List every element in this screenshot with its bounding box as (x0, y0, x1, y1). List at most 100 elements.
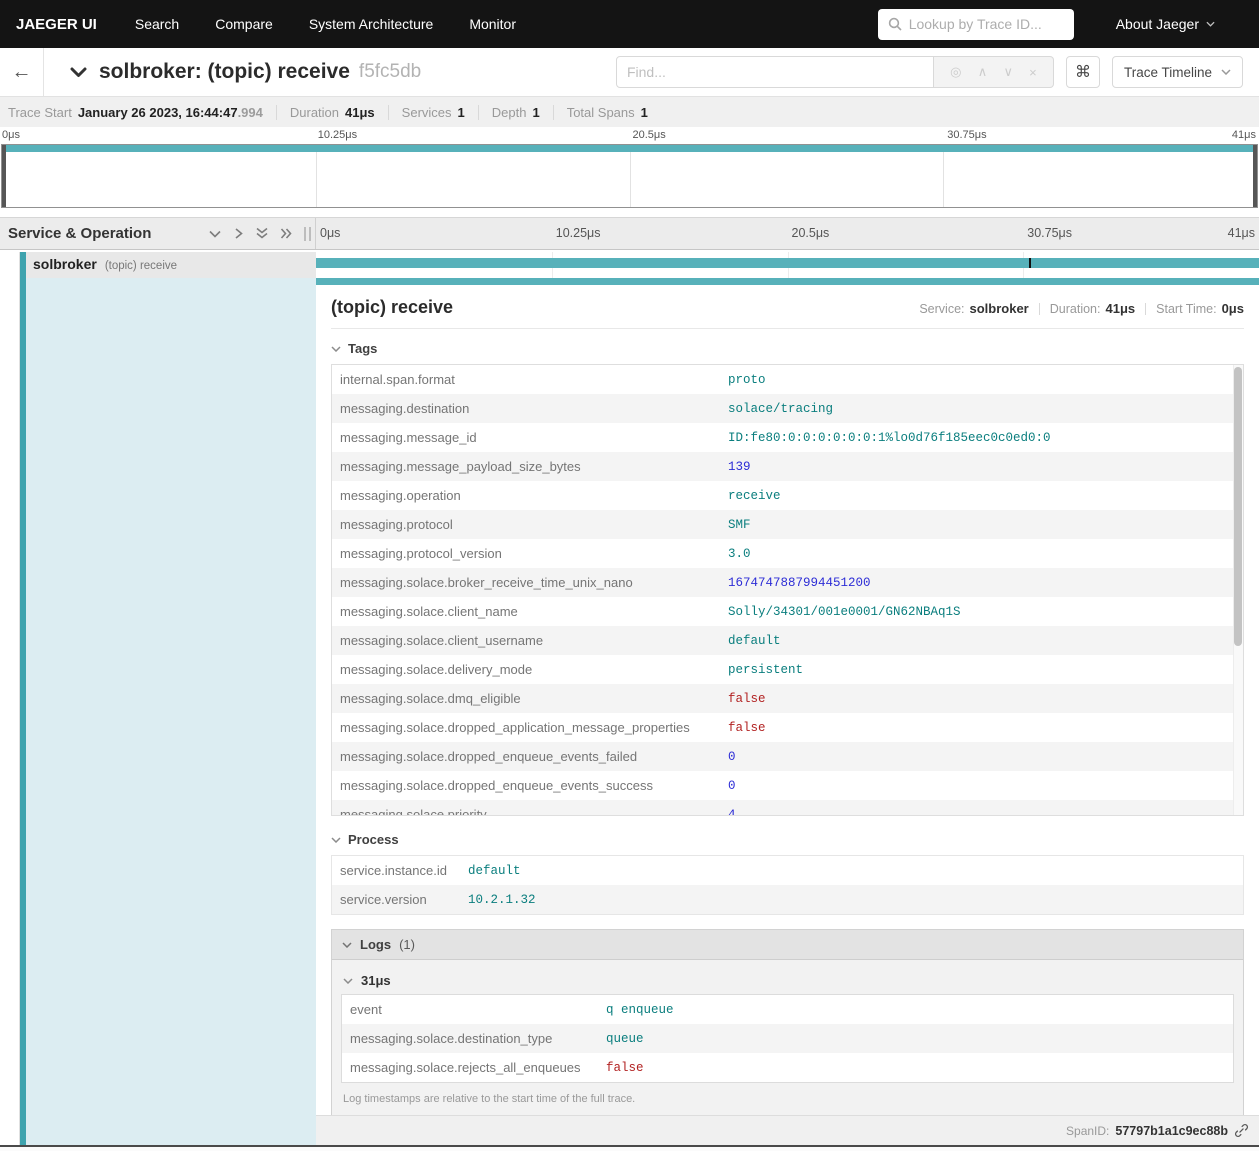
detail-span-accent-bar (316, 278, 1259, 285)
process-value: default (468, 863, 521, 878)
process-accordion-header[interactable]: Process (331, 832, 1244, 847)
bottom-scroll-edge[interactable] (0, 1145, 1259, 1151)
chevron-down-icon (331, 345, 341, 352)
trace-id-lookup-input[interactable]: Lookup by Trace ID... (877, 8, 1074, 40)
nav-menu-item[interactable]: System Architecture (309, 16, 434, 32)
tag-row: internal.span.format proto (332, 365, 1243, 394)
tag-row: messaging.solace.delivery_mode persisten… (332, 655, 1243, 684)
trace-title: solbroker: (topic) receive (99, 60, 350, 83)
timeline-tick: 0μs (320, 226, 341, 240)
row-gutter (0, 252, 20, 278)
tags-accordion-header[interactable]: Tags (331, 341, 1244, 356)
tag-value: 0 (728, 749, 736, 764)
span-track[interactable] (316, 252, 1259, 278)
log-marker-tick[interactable] (1029, 258, 1031, 268)
log-field-key: event (350, 1002, 382, 1017)
log-field-row: messaging.solace.rejects_all_enqueues fa… (342, 1053, 1233, 1082)
logs-timestamp-note: Log timestamps are relative to the start… (343, 1093, 636, 1105)
span-row[interactable]: solbroker (topic) receive (0, 252, 1259, 278)
tag-value: 3.0 (728, 546, 751, 561)
app-brand[interactable]: JAEGER UI (16, 16, 97, 33)
tag-row: messaging.solace.dmq_eligible false (332, 684, 1243, 713)
tag-key: messaging.solace.client_username (340, 633, 544, 648)
log-field-key: messaging.solace.destination_type (350, 1031, 553, 1046)
row-gutter (0, 278, 20, 1145)
tags-table: internal.span.format proto messaging.des… (331, 364, 1244, 816)
keyboard-shortcuts-button[interactable]: ⌘ (1065, 56, 1100, 88)
log-field-row: event q enqueue (342, 995, 1233, 1024)
find-input[interactable] (615, 56, 934, 88)
timeline-ticks-header: 0μs 10.25μs 20.5μs 30.75μs 41μs (316, 218, 1259, 249)
trace-id-short: f5fc5db (358, 61, 422, 82)
nav-menu-item[interactable]: Monitor (469, 16, 516, 32)
tag-key: messaging.solace.dropped_enqueue_events_… (340, 749, 638, 764)
tag-row: messaging.solace.client_name Solly/34301… (332, 597, 1243, 626)
tag-value: 139 (728, 459, 751, 474)
span-id-value: 57797b1a1c9ec88b (1115, 1123, 1228, 1138)
tag-key: messaging.message_payload_size_bytes (340, 459, 581, 474)
nav-menu-item[interactable]: Compare (215, 16, 273, 32)
chevron-down-icon (342, 941, 352, 948)
tag-row: messaging.solace.dropped_enqueue_events_… (332, 771, 1243, 800)
logs-accordion-header[interactable]: Logs (1) (332, 930, 1243, 960)
tag-key: messaging.protocol_version (340, 546, 502, 561)
collapse-all-icon[interactable] (255, 227, 269, 240)
chevron-down-icon (1206, 21, 1215, 27)
search-icon (888, 17, 902, 31)
tag-row: messaging.message_payload_size_bytes 139 (332, 452, 1243, 481)
tag-value: 4 (728, 807, 736, 816)
copy-link-icon[interactable] (1234, 1123, 1249, 1138)
lookup-placeholder: Lookup by Trace ID... (908, 16, 1042, 32)
tags-scrollbar-thumb[interactable] (1234, 367, 1242, 646)
collapse-one-icon[interactable] (208, 228, 222, 240)
minimap-span-bar (2, 145, 1257, 152)
tag-key: messaging.solace.delivery_mode (340, 662, 533, 677)
tag-value: default (728, 633, 781, 648)
next-result-icon[interactable]: ∨ (1003, 64, 1013, 80)
trace-summary-item: Trace Start January 26 2023, 16:44:47 .9… (8, 104, 263, 120)
about-jaeger-dropdown[interactable]: About Jaeger (1116, 16, 1215, 32)
trace-summary-item: Total Spans 1 (540, 105, 648, 120)
tag-key: messaging.solace.broker_receive_time_uni… (340, 575, 633, 590)
tag-row: messaging.solace.dropped_application_mes… (332, 713, 1243, 742)
nav-menu-item[interactable]: Search (135, 16, 179, 32)
log-entry-timestamp: 31μs (361, 973, 391, 988)
minimap-left-handle[interactable] (2, 145, 6, 207)
expand-all-icon[interactable] (280, 227, 294, 240)
span-detail-title: (topic) receive (331, 297, 454, 317)
trace-view-selector[interactable]: Trace Timeline (1111, 56, 1243, 88)
tag-row: messaging.message_id ID:fe80:0:0:0:0:0:0… (332, 423, 1243, 452)
clear-find-icon[interactable]: × (1029, 65, 1037, 80)
span-name-cell[interactable]: solbroker (topic) receive (26, 252, 316, 278)
timeline-tick: 41μs (1227, 226, 1255, 240)
tag-key: messaging.message_id (340, 430, 477, 445)
back-button[interactable]: ← (0, 48, 44, 96)
prev-result-icon[interactable]: ∧ (978, 64, 988, 80)
tag-value: ID:fe80:0:0:0:0:0:0:1%lo0d76f185eec0c0ed… (728, 430, 1051, 445)
tag-key: internal.span.format (340, 372, 455, 387)
timeline-tick: 10.25μs (555, 226, 601, 240)
tag-row: messaging.solace.broker_receive_time_uni… (332, 568, 1243, 597)
collapse-trace-chevron-icon[interactable] (70, 67, 87, 78)
timeline-header-row: Service & Operation 0μs 10.25μs 20.5μs 30.7… (0, 217, 1259, 250)
process-key: service.version (340, 892, 427, 907)
tag-key: messaging.solace.dropped_enqueue_events_… (340, 778, 653, 793)
tag-value: receive (728, 488, 781, 503)
match-highlight-icon[interactable]: ◎ (950, 64, 961, 80)
log-field-value: queue (606, 1031, 644, 1046)
log-field-key: messaging.solace.rejects_all_enqueues (350, 1060, 581, 1075)
timeline-minimap[interactable] (1, 144, 1258, 208)
minimap-right-handle[interactable] (1253, 145, 1257, 207)
tag-value: false (728, 720, 766, 735)
tag-row: messaging.protocol_version 3.0 (332, 539, 1243, 568)
log-entry-accordion-header[interactable]: 31μs (343, 973, 1234, 988)
process-table: service.instance.id default service.vers… (331, 855, 1244, 915)
tag-key: messaging.protocol (340, 517, 453, 532)
span-duration-bar[interactable] (316, 258, 1259, 268)
tag-key: messaging.solace.dmq_eligible (340, 691, 521, 706)
tag-row: messaging.destination solace/tracing (332, 394, 1243, 423)
column-resize-handle[interactable] (304, 226, 311, 241)
tag-row: messaging.protocol SMF (332, 510, 1243, 539)
log-field-row: messaging.solace.destination_type queue (342, 1024, 1233, 1053)
expand-one-icon[interactable] (233, 227, 244, 240)
